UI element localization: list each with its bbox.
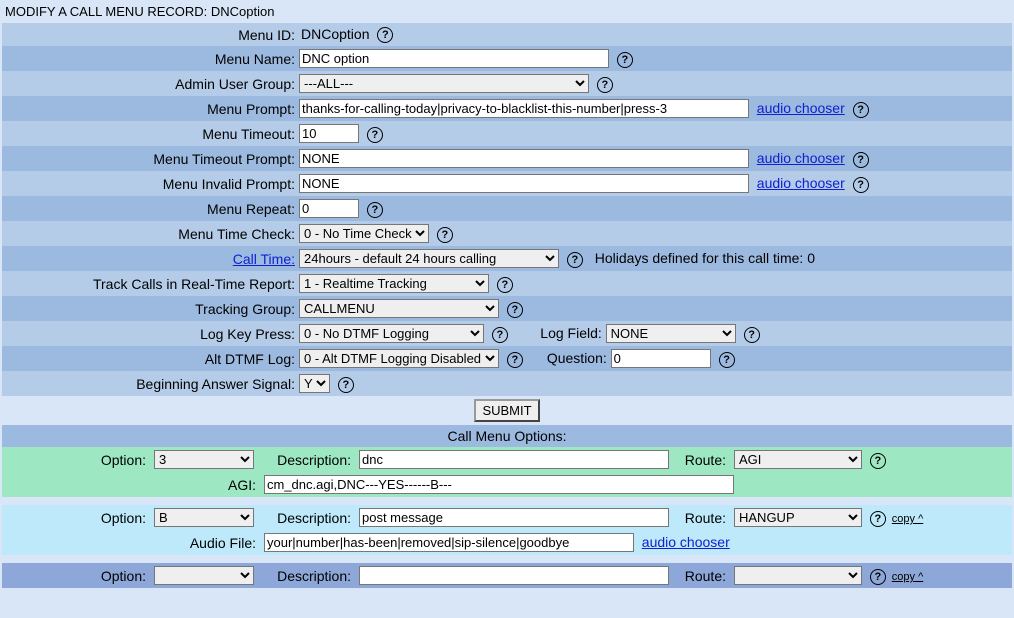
route-select[interactable]: HANGUP [734, 508, 862, 527]
agi-label: AGI: [2, 472, 260, 497]
menu-repeat-label: Menu Repeat: [2, 196, 297, 221]
description-label: Description: [260, 563, 355, 588]
alt-dtmf-log-select[interactable]: 0 - Alt DTMF Logging Disabled [299, 349, 499, 368]
help-icon[interactable]: ? [377, 27, 393, 43]
question-input[interactable] [611, 349, 711, 368]
description-label: Description: [260, 505, 355, 530]
tracking-group-label: Tracking Group: [2, 296, 297, 321]
menu-time-check-label: Menu Time Check: [2, 221, 297, 246]
option-description-input[interactable] [359, 566, 669, 585]
holidays-text: Holidays defined for this call time: 0 [595, 250, 815, 266]
tracking-group-select[interactable]: CALLMENU [299, 299, 499, 318]
track-calls-select[interactable]: 1 - Realtime Tracking [299, 274, 489, 293]
option-label: Option: [2, 563, 150, 588]
help-icon[interactable]: ? [507, 352, 523, 368]
menu-name-label: Menu Name: [2, 46, 297, 71]
beginning-answer-signal-select[interactable]: Y [299, 374, 330, 393]
help-icon[interactable]: ? [507, 302, 523, 318]
menu-time-check-select[interactable]: 0 - No Time Check [299, 224, 429, 243]
menu-repeat-input[interactable] [299, 199, 359, 218]
option-description-input[interactable] [359, 508, 669, 527]
help-icon[interactable]: ? [853, 177, 869, 193]
help-icon[interactable]: ? [870, 511, 886, 527]
help-icon[interactable]: ? [870, 453, 886, 469]
option-description-input[interactable] [359, 450, 669, 469]
option-select[interactable]: B [154, 508, 254, 527]
log-key-press-select[interactable]: 0 - No DTMF Logging [299, 324, 484, 343]
audio-chooser-link[interactable]: audio chooser [757, 150, 845, 166]
menu-invalid-prompt-label: Menu Invalid Prompt: [2, 171, 297, 196]
help-icon[interactable]: ? [870, 569, 886, 585]
help-icon[interactable]: ? [338, 377, 354, 393]
audio-file-label: Audio File: [2, 530, 260, 555]
track-calls-label: Track Calls in Real-Time Report: [2, 271, 297, 296]
help-icon[interactable]: ? [744, 327, 760, 343]
option-label: Option: [2, 505, 150, 530]
alt-dtmf-log-label: Alt DTMF Log: [2, 346, 297, 371]
route-select[interactable] [734, 566, 862, 585]
audio-chooser-link[interactable]: audio chooser [642, 534, 730, 550]
route-label: Route: [675, 563, 730, 588]
route-label: Route: [675, 447, 730, 472]
submit-button[interactable] [474, 399, 539, 422]
help-icon[interactable]: ? [497, 277, 513, 293]
menu-timeout-prompt-label: Menu Timeout Prompt: [2, 146, 297, 171]
help-icon[interactable]: ? [437, 227, 453, 243]
admin-user-group-label: Admin User Group: [2, 71, 297, 96]
option-select[interactable]: 3 [154, 450, 254, 469]
menu-timeout-input[interactable] [299, 124, 359, 143]
call-time-select[interactable]: 24hours - default 24 hours calling [299, 249, 559, 268]
help-icon[interactable]: ? [597, 77, 613, 93]
call-time-label-link[interactable]: Call Time: [233, 251, 295, 267]
description-label: Description: [260, 447, 355, 472]
log-field-label: Log Field: [512, 325, 602, 341]
menu-prompt-label: Menu Prompt: [2, 96, 297, 121]
menu-invalid-prompt-input[interactable] [299, 174, 749, 193]
help-icon[interactable]: ? [853, 152, 869, 168]
menu-id-value: DNCoption [299, 26, 369, 42]
copy-link[interactable]: copy ^ [892, 571, 923, 583]
help-icon[interactable]: ? [367, 202, 383, 218]
copy-link[interactable]: copy ^ [892, 513, 923, 525]
beginning-answer-signal-label: Beginning Answer Signal: [2, 371, 297, 396]
call-menu-options-header: Call Menu Options: [2, 425, 1012, 447]
option-label: Option: [2, 447, 150, 472]
log-field-select[interactable]: NONE [606, 324, 736, 343]
menu-name-input[interactable] [299, 49, 609, 68]
log-key-press-label: Log Key Press: [2, 321, 297, 346]
audio-chooser-link[interactable]: audio chooser [757, 100, 845, 116]
page-title: MODIFY A CALL MENU RECORD: DNCoption [2, 2, 1012, 23]
route-select[interactable]: AGI [734, 450, 862, 469]
help-icon[interactable]: ? [492, 327, 508, 343]
menu-prompt-input[interactable] [299, 99, 749, 118]
help-icon[interactable]: ? [567, 252, 583, 268]
admin-user-group-select[interactable]: ---ALL--- [299, 74, 589, 93]
menu-id-label: Menu ID: [2, 23, 297, 46]
menu-timeout-label: Menu Timeout: [2, 121, 297, 146]
option-select[interactable] [154, 566, 254, 585]
audio-file-input[interactable] [264, 533, 634, 552]
help-icon[interactable]: ? [367, 127, 383, 143]
help-icon[interactable]: ? [853, 102, 869, 118]
help-icon[interactable]: ? [719, 352, 735, 368]
question-label: Question: [527, 350, 607, 366]
help-icon[interactable]: ? [617, 52, 633, 68]
route-label: Route: [675, 505, 730, 530]
agi-input[interactable] [264, 475, 734, 494]
audio-chooser-link[interactable]: audio chooser [757, 175, 845, 191]
menu-timeout-prompt-input[interactable] [299, 149, 749, 168]
